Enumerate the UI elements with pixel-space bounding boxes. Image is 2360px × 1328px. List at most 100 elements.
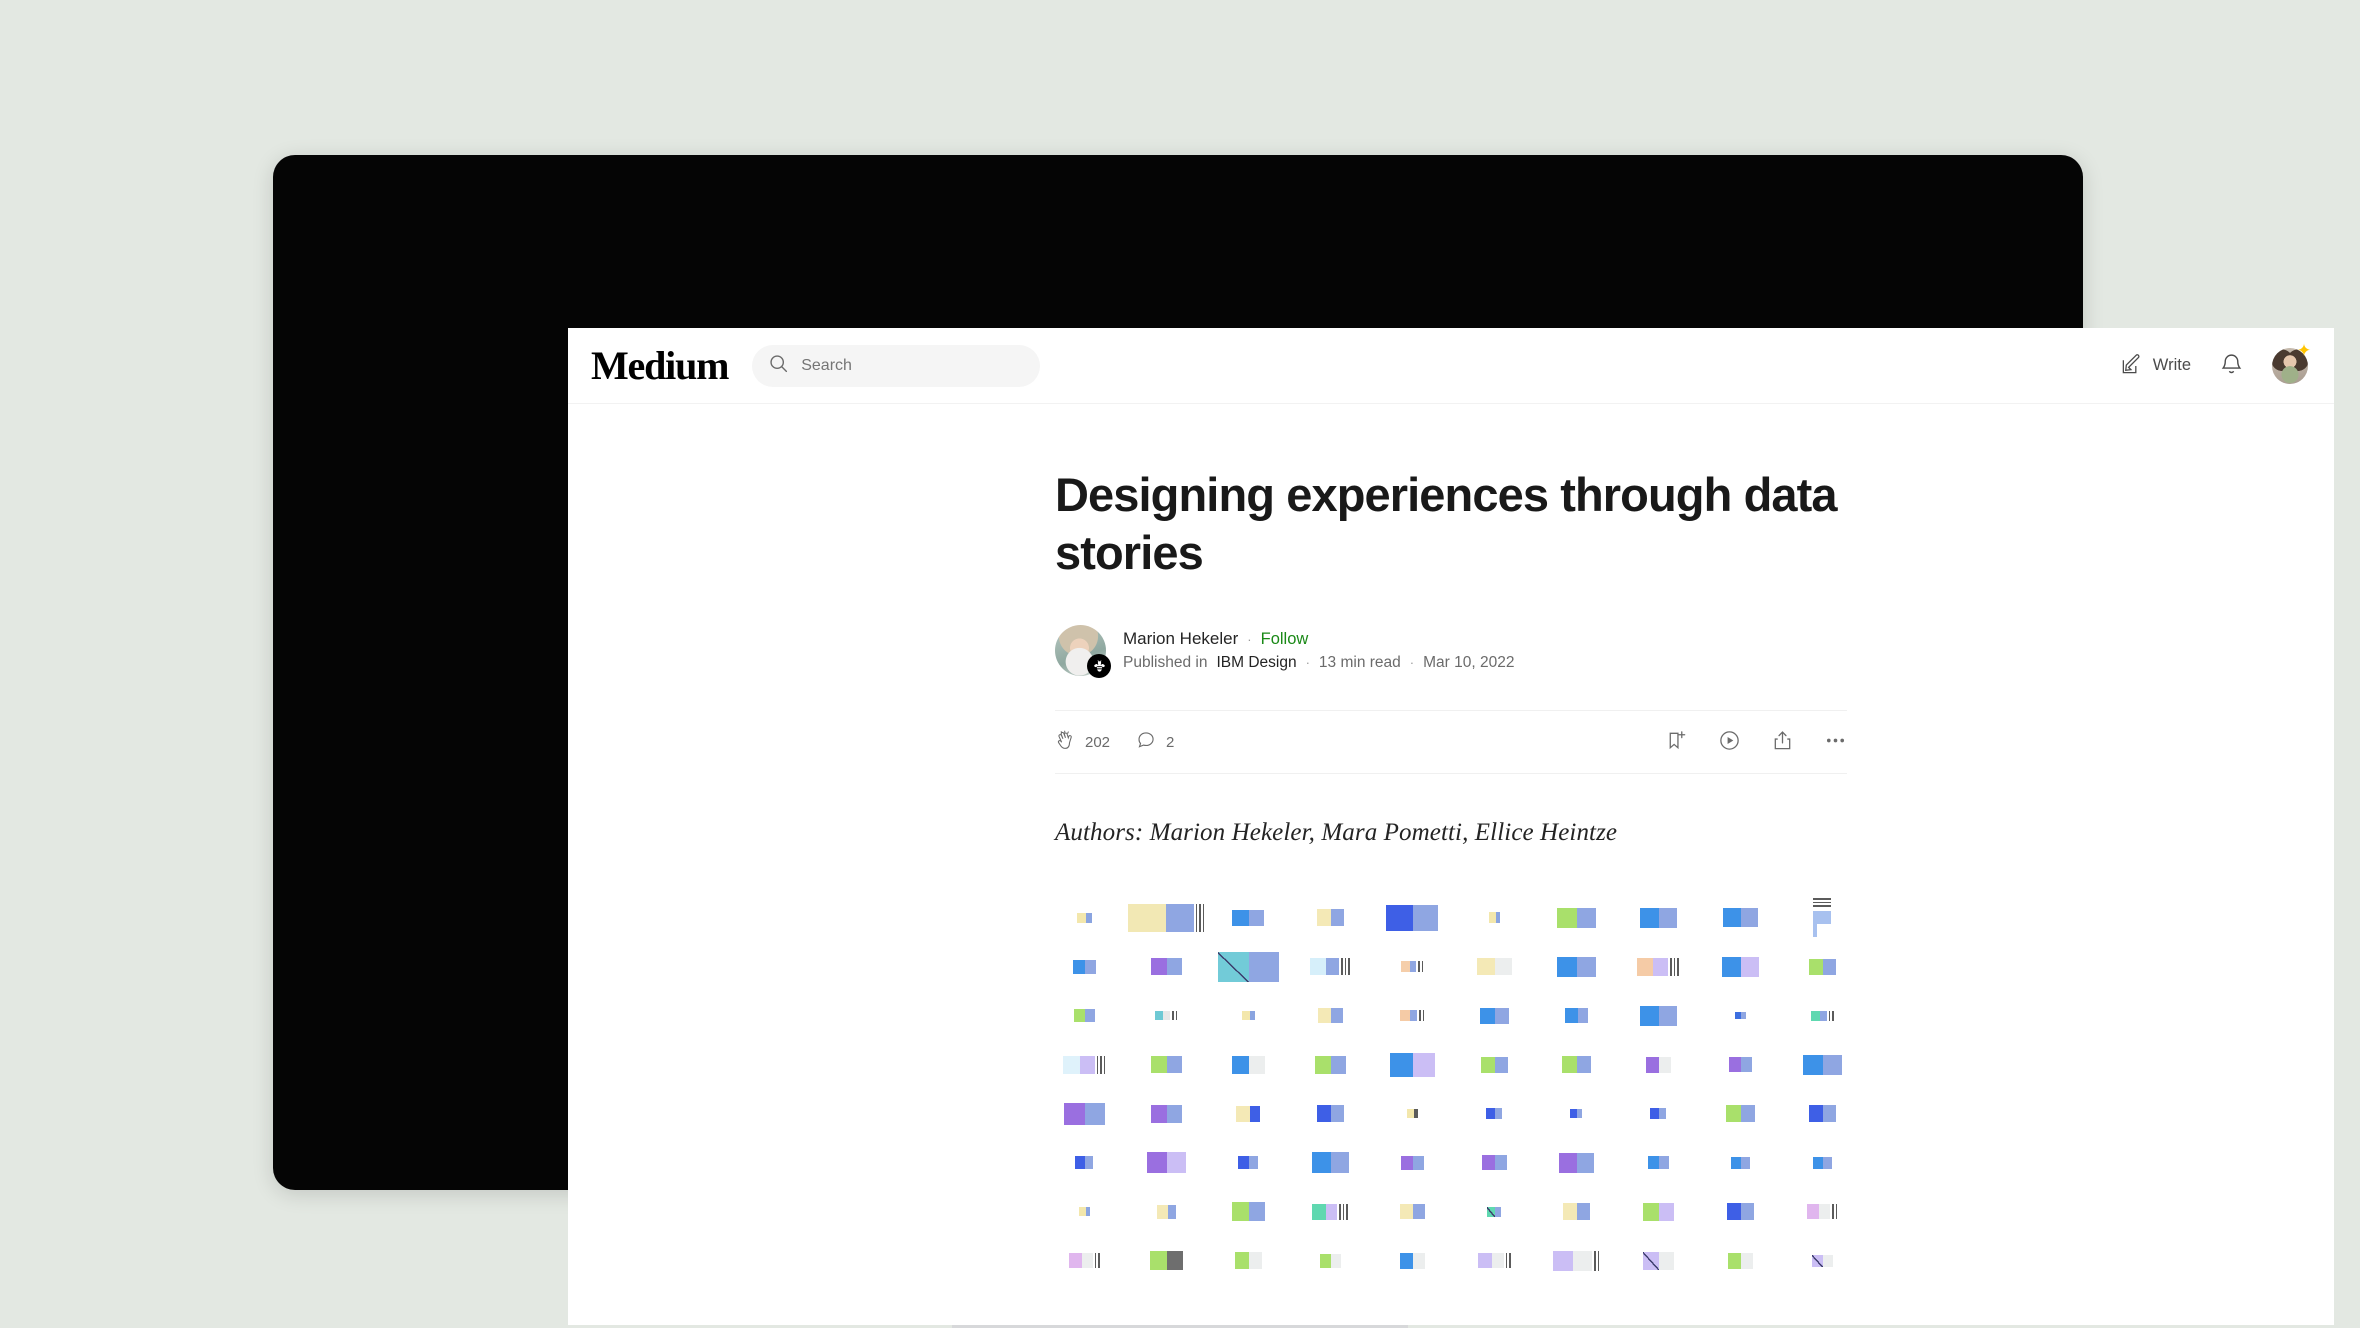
- data-glyph: [1558, 1152, 1594, 1173]
- clap-button[interactable]: 202: [1055, 730, 1110, 755]
- glyph-segment-secondary: [1166, 958, 1182, 975]
- glyph-segment-secondary: [1822, 1054, 1842, 1075]
- write-label: Write: [2152, 356, 2191, 374]
- byline-separator: ·: [1305, 655, 1310, 670]
- glyph-segment-primary: [1149, 1251, 1167, 1270]
- bookmark-add-button[interactable]: [1665, 729, 1688, 755]
- glyph-segment-secondary: [1248, 1202, 1265, 1221]
- author-avatar[interactable]: [1055, 625, 1111, 678]
- glyph-tick: [1202, 903, 1205, 932]
- glyph-segment-primary: [1062, 1055, 1080, 1074]
- glyph-segment-secondary: [1166, 1152, 1186, 1173]
- glyph-cell: [1535, 1040, 1617, 1089]
- glyph-segment-secondary: [1658, 1156, 1669, 1169]
- data-glyph: [1316, 1105, 1344, 1122]
- byline-secondary: Published in IBM Design · 13 min read · …: [1123, 654, 1514, 672]
- glyph-segment-secondary: [1658, 1202, 1674, 1221]
- read-time: 13 min read: [1318, 654, 1401, 671]
- write-button[interactable]: Write: [2120, 353, 2191, 379]
- more-options-button[interactable]: [1824, 729, 1847, 755]
- glyph-cell: [1371, 991, 1453, 1040]
- data-glyph: [1486, 1108, 1502, 1119]
- data-glyph: [1734, 1012, 1746, 1019]
- glyph-segment-secondary: [1822, 1156, 1832, 1169]
- glyph-segment-primary: [1238, 1156, 1249, 1169]
- glyph-tick: [1342, 1203, 1345, 1220]
- glyph-segment-secondary: [1740, 956, 1759, 977]
- glyph-segment-secondary: [1495, 1206, 1501, 1217]
- follow-button[interactable]: Follow: [1261, 630, 1309, 649]
- glyph-cell: [1453, 1236, 1535, 1285]
- glyph-segment-secondary: [1085, 1207, 1090, 1216]
- glyph-segment-secondary: [1494, 958, 1512, 975]
- ellipsis-icon: [1824, 729, 1847, 755]
- glyph-cell: [1699, 1236, 1781, 1285]
- glyph-segment-secondary: [1576, 1056, 1591, 1073]
- glyph-cell: [1535, 991, 1617, 1040]
- article-action-bar: 202 2: [1055, 710, 1847, 774]
- glyph-segment-primary: [1570, 1109, 1577, 1118]
- play-circle-icon: [1718, 729, 1741, 755]
- data-glyph: [1556, 956, 1596, 977]
- search-field[interactable]: [752, 344, 1041, 387]
- data-glyph: [1072, 959, 1096, 974]
- glyph-cell: [1207, 1236, 1289, 1285]
- glyph-segment-primary: [1073, 1009, 1085, 1022]
- avatar[interactable]: ✦: [2272, 342, 2311, 384]
- data-glyph: [1722, 908, 1758, 927]
- glyph-segment-primary: [1721, 956, 1741, 977]
- glyph-tick-lines: [1419, 1010, 1424, 1021]
- glyph-segment-secondary: [1412, 1252, 1425, 1269]
- glyph-segment-secondary: [1740, 1105, 1755, 1122]
- data-glyph: [1076, 912, 1092, 923]
- share-button[interactable]: [1771, 729, 1794, 755]
- glyph-segment-primary: [1727, 1252, 1741, 1269]
- glyph-segment-primary: [1127, 903, 1166, 932]
- comment-button[interactable]: 2: [1136, 730, 1174, 755]
- search-input[interactable]: [801, 356, 1025, 375]
- glyph-cell: [1453, 1089, 1535, 1138]
- notifications-button[interactable]: [2219, 352, 2244, 380]
- glyph-segment-secondary: [1330, 1152, 1349, 1173]
- glyph-tick-lines: [1505, 1253, 1511, 1268]
- data-glyph: [1156, 1204, 1176, 1219]
- glyph-segment-secondary: [1577, 1008, 1588, 1023]
- glyph-cell: [1453, 991, 1535, 1040]
- glyph-segment-primary: [1476, 958, 1495, 975]
- glyph-segment-secondary: [1085, 912, 1092, 923]
- glyph-segment-secondary: [1819, 1010, 1827, 1021]
- glyph-tick: [1172, 1011, 1174, 1020]
- glyph-tick: [1098, 1253, 1100, 1268]
- glyph-segment-primary: [1488, 912, 1496, 923]
- glyph-cell: [1125, 1040, 1207, 1089]
- glyph-segment-primary: [1401, 961, 1410, 972]
- glyph-segment-primary: [1316, 1105, 1331, 1122]
- glyph-segment-secondary: [1813, 923, 1817, 937]
- publication-link[interactable]: IBM Design: [1216, 654, 1296, 672]
- author-name[interactable]: Marion Hekeler: [1123, 629, 1238, 649]
- glyph-cell: [1043, 991, 1125, 1040]
- listen-button[interactable]: [1718, 729, 1741, 755]
- bell-icon: [2219, 352, 2244, 380]
- glyph-tick: [1339, 1203, 1341, 1220]
- glyph-top-rules: [1813, 898, 1831, 909]
- glyph-segment-primary: [1068, 1253, 1082, 1268]
- glyph-segment-primary: [1312, 1203, 1327, 1220]
- glyph-segment-primary: [1487, 1206, 1495, 1217]
- glyph-tick: [1094, 1253, 1096, 1268]
- glyph-segment-secondary: [1412, 1204, 1425, 1219]
- glyph-segment-secondary: [1410, 961, 1416, 972]
- glyph-cell: [1371, 1040, 1453, 1089]
- data-glyph: [1808, 958, 1836, 975]
- glyph-tick: [1594, 1250, 1596, 1271]
- glyph-cell: [1371, 893, 1453, 942]
- data-glyph: [1236, 1105, 1260, 1122]
- medium-logo[interactable]: Medium: [591, 345, 729, 386]
- glyph-tick-lines: [1339, 1203, 1348, 1220]
- star-icon: ✦: [2296, 340, 2312, 360]
- glyph-tick: [1828, 1010, 1830, 1021]
- glyph-segment-secondary: [1330, 1055, 1346, 1074]
- glyph-tick-lines: [1832, 1204, 1837, 1219]
- publish-date: Mar 10, 2022: [1423, 654, 1515, 671]
- data-glyph: [1642, 1202, 1674, 1221]
